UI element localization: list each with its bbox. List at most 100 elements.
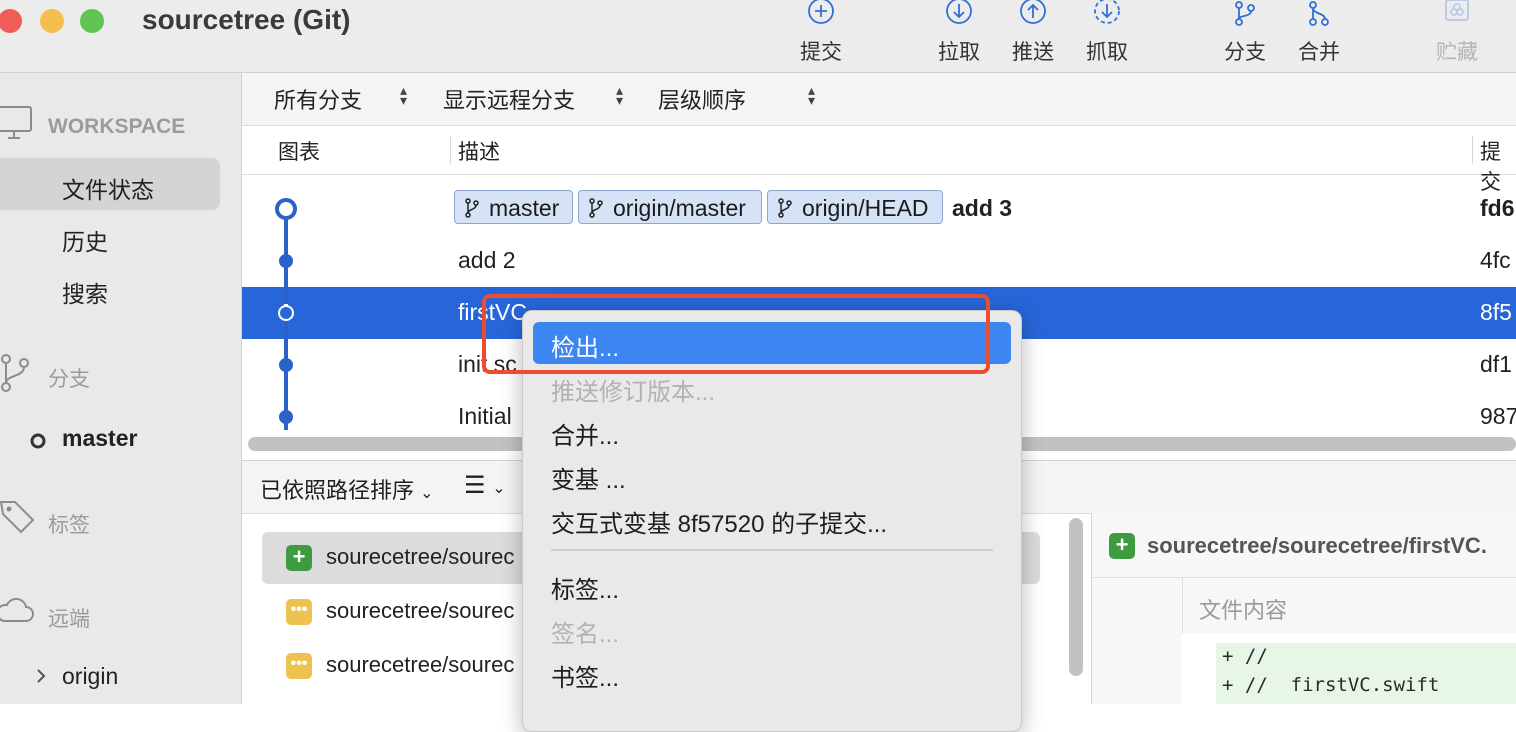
updown-chevron-icon: ▴ ▾ [400, 82, 408, 108]
window-title: sourcetree (Git) [142, 4, 351, 35]
sidebar-item-file-status[interactable]: 文件状态 [62, 171, 154, 205]
commit-hash: 8f5 [1480, 299, 1512, 325]
sidebar: WORKSPACE 文件状态 历史 搜索 分支 master 标签 远端 ori… [0, 73, 242, 704]
monitor-icon [0, 106, 32, 139]
divider [1092, 577, 1516, 578]
vertical-scrollbar[interactable] [1069, 518, 1083, 676]
commit-hash: 987 [1480, 403, 1516, 429]
order-filter-select[interactable]: 层级顺序 [658, 83, 746, 115]
sidebar-remote-origin[interactable]: origin [62, 663, 118, 690]
diff-line: + // [1222, 645, 1268, 667]
file-modified-icon: ••• [286, 599, 312, 625]
branch-icon [778, 198, 792, 218]
title-bar: sourcetree (Git) 提交 拉取 推送 抓取 分支 合并 贮藏 [0, 0, 1516, 73]
description-column-header[interactable]: 描述 [458, 136, 500, 166]
branch-icon [1, 354, 29, 392]
diff-file-title: sourecetree/sourecetree/firstVC. [1147, 533, 1487, 558]
commit-description: add 2 [458, 247, 516, 273]
updown-chevron-icon: ▴ ▾ [616, 82, 624, 108]
tag-label: origin/HEAD [802, 195, 929, 221]
branch-tag-origin-head[interactable]: origin/HEAD [767, 190, 943, 224]
menu-item-sign: 签名... [551, 621, 620, 648]
cloud-icon [0, 597, 34, 622]
arrow-down-circle-icon [946, 0, 972, 24]
branch-tag-master[interactable]: master [454, 190, 573, 224]
pull-label: 拉取 [938, 41, 980, 64]
branch-icon [589, 198, 603, 218]
branch-icon [465, 198, 479, 218]
commit-row[interactable]: master origin/master origin/HEAD add 3 f… [242, 183, 1516, 235]
tag-label: origin/master [613, 195, 746, 221]
zoom-window-button[interactable] [80, 9, 104, 33]
push-button[interactable]: 推送 [998, 0, 1068, 72]
commit-description: Initial [458, 403, 512, 429]
stash-box-icon [1445, 0, 1469, 21]
commit-label: 提交 [800, 41, 842, 64]
menu-item-bookmark[interactable]: 书签... [551, 658, 619, 693]
menu-item-push-revision: 推送修订版本... [551, 379, 716, 406]
stash-button[interactable]: 贮藏 [1422, 0, 1492, 72]
commit-hash: 4fc [1480, 247, 1511, 273]
menu-item-interactive-rebase[interactable]: 交互式变基 8f57520 的子提交... [551, 504, 887, 539]
file-added-icon: + [1109, 533, 1135, 559]
fetch-label: 抓取 [1086, 41, 1128, 64]
graph-node-selected [278, 305, 294, 321]
chevron-down-icon: ⌄ [492, 480, 506, 497]
sort-label: 已依照路径排序 [260, 478, 415, 503]
diff-hunk-header: 文件内容 [1199, 598, 1288, 623]
graph-node-head [275, 198, 297, 220]
graph-node [279, 358, 293, 372]
list-icon: ☰ [464, 472, 486, 499]
commit-hash: fd6 [1480, 195, 1515, 221]
list-view-toggle[interactable]: ☰ ⌄ [464, 471, 506, 500]
pull-button[interactable]: 拉取 [924, 0, 994, 72]
menu-item-tag[interactable]: 标签... [551, 570, 619, 605]
sidebar-branch-master[interactable]: master [62, 425, 137, 452]
menu-separator [551, 549, 993, 551]
branch-filter-select[interactable]: 所有分支 [274, 83, 362, 115]
chevron-right-icon[interactable] [34, 667, 48, 685]
diff-pane: + sourecetree/sourecetree/firstVC. 文件内容 … [1091, 513, 1516, 704]
column-divider [450, 136, 451, 164]
menu-item-rebase[interactable]: 变基 ... [551, 460, 626, 495]
filter-bar: 所有分支 ▴ ▾ 显示远程分支 ▴ ▾ 层级顺序 ▴ ▾ [242, 73, 1516, 126]
sort-by-path-select[interactable]: 已依照路径排序 ⌄ [260, 473, 434, 505]
remote-branch-filter-select[interactable]: 显示远程分支 [443, 83, 575, 115]
commit-hash: df1 [1480, 351, 1512, 377]
close-window-button[interactable] [0, 9, 22, 33]
plus-circle-icon [808, 0, 834, 24]
fetch-dashed-circle-icon [1094, 0, 1120, 24]
graph-column-header[interactable]: 图表 [278, 136, 320, 166]
workspace-heading: WORKSPACE [48, 115, 186, 138]
current-branch-circle-icon [30, 433, 46, 449]
file-modified-icon: ••• [286, 653, 312, 679]
fetch-button[interactable]: 抓取 [1072, 0, 1142, 72]
tags-heading[interactable]: 标签 [48, 509, 90, 539]
remotes-heading[interactable]: 远端 [48, 603, 90, 633]
annotation-highlight-box [482, 294, 990, 374]
arrow-up-circle-icon [1020, 0, 1046, 24]
sidebar-item-history[interactable]: 历史 [62, 223, 108, 257]
minimize-window-button[interactable] [40, 9, 64, 33]
tag-label: master [489, 195, 560, 221]
tag-icon [0, 501, 35, 534]
chevron-down-icon: ⌄ [420, 485, 434, 502]
commit-button[interactable]: 提交 [786, 0, 856, 72]
commit-graph [275, 198, 297, 430]
updown-chevron-icon: ▴ ▾ [808, 82, 816, 108]
branch-tag-origin-master[interactable]: origin/master [578, 190, 762, 224]
menu-item-merge[interactable]: 合并... [551, 416, 619, 451]
branch-icon [1235, 1, 1255, 26]
branch-button[interactable]: 分支 [1210, 0, 1280, 72]
file-path: sourecetree/sourec [326, 544, 515, 569]
stash-label: 贮藏 [1436, 41, 1478, 64]
sidebar-item-search[interactable]: 搜索 [62, 275, 108, 309]
merge-icon [1309, 1, 1329, 26]
graph-node [279, 410, 293, 424]
branches-heading[interactable]: 分支 [48, 363, 90, 393]
graph-node [279, 254, 293, 268]
commit-column-header: 图表 描述 提交 [242, 126, 1516, 194]
commit-row[interactable]: add 2 4fc [242, 235, 1516, 287]
commit-description: add 3 [952, 195, 1013, 221]
merge-button[interactable]: 合并 [1284, 0, 1354, 72]
